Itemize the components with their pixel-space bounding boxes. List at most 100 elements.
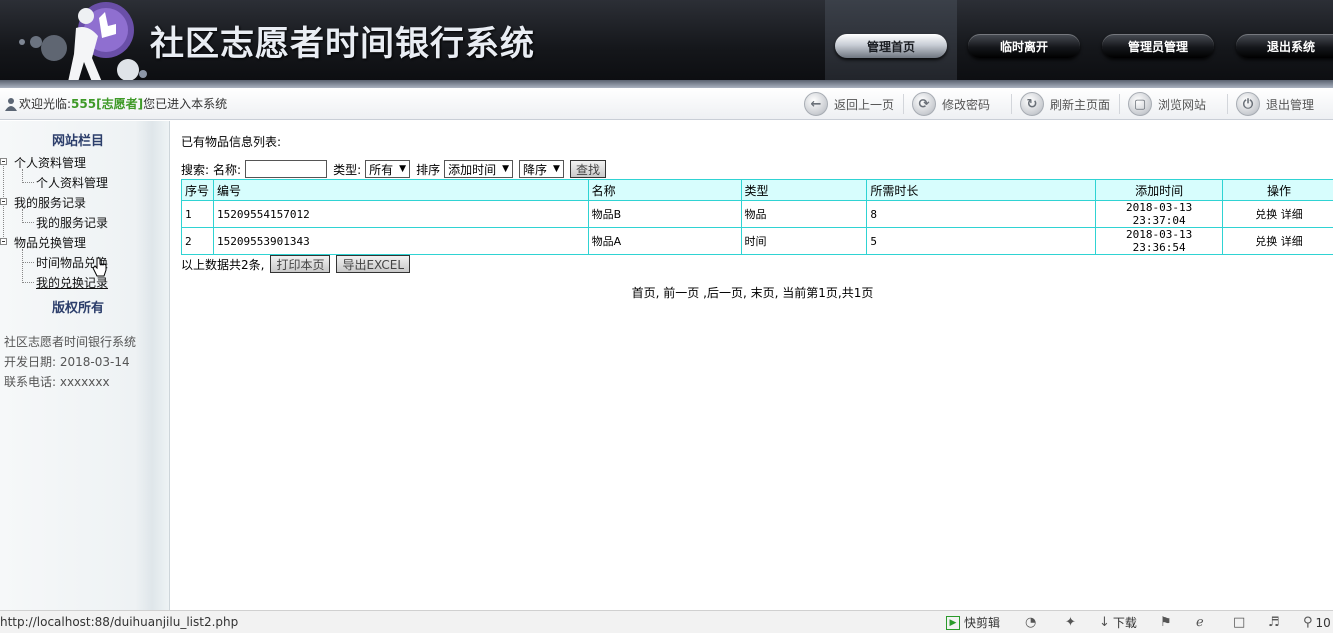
main-content: 已有物品信息列表: 搜索: 名称: 类型: 所有 ▼ 排序 添加时间 ▼ 降序 … [172, 121, 1333, 610]
refresh-icon: ↻ [1020, 92, 1044, 116]
clock-icon: ◔ [1025, 615, 1037, 630]
record-count: 以上数据共2条, [181, 257, 265, 272]
name-search-input[interactable] [245, 160, 328, 178]
exit-admin-button[interactable]: ⏻ 退出管理 [1236, 92, 1314, 116]
download-icon: ↓ [1099, 615, 1110, 630]
toolbar: 欢迎光临: 555[志愿者] 您已进入本系统 ← 返回上一页 ⟳ 修改密码 ↻ … [0, 88, 1333, 120]
download-button[interactable]: ↓ 下载 [1099, 614, 1137, 631]
sort-field-select[interactable]: 添加时间 ▼ [444, 160, 514, 178]
cell-type: 物品 [740, 200, 868, 228]
sidebar-title: 网站栏目 [51, 134, 104, 149]
status-icon-button[interactable]: ♬ [1268, 614, 1283, 631]
exchange-link[interactable]: 兑换 [1255, 235, 1277, 248]
col-header-code: 编号 [212, 179, 589, 201]
back-button[interactable]: ← 返回上一页 [804, 92, 894, 116]
pager-first[interactable]: 首页, [632, 286, 660, 300]
col-header-index: 序号 [181, 179, 214, 201]
play-icon: ▶ [946, 615, 960, 630]
app-title: 社区志愿者时间银行系统 [150, 24, 535, 64]
cell-actions: 兑换 详细 [1222, 200, 1333, 228]
search-prefix: 搜索: [181, 162, 210, 177]
cell-time: 2018-03-13 23:36:54 [1095, 227, 1224, 255]
status-icon-button[interactable]: ℯ [1196, 614, 1207, 631]
pager-next[interactable]: ,后一页, [703, 286, 747, 300]
pager-current: 当前第1页,共1页 [782, 286, 874, 300]
sidebar: 网站栏目 个人资料管理 个人资料管理 我的服务记录 我的服务记录 物品兑换管理 … [0, 121, 170, 610]
sidebar-dev-date: 开发日期: 2018-03-14 [4, 355, 130, 369]
pager-prev[interactable]: 前一页 [663, 286, 699, 300]
status-url: http://localhost:88/duihuanjilu_list2.ph… [0, 615, 239, 629]
items-table: 序号 编号 名称 类型 所需时长 添加时间 操作 1 1520955415701… [181, 179, 1333, 255]
browse-site-label: 浏览网站 [1158, 97, 1207, 112]
nav-leave-button[interactable]: 临时离开 [968, 34, 1080, 58]
pin-icon: ✦ [1065, 615, 1076, 630]
table-row: 1 15209554157012 物品B 物品 8 2018-03-13 23:… [181, 200, 1333, 228]
collapse-icon[interactable] [0, 158, 7, 165]
welcome-prefix: 欢迎光临: [19, 97, 72, 111]
search-button[interactable]: 查找 [569, 160, 606, 178]
change-password-label: 修改密码 [942, 97, 991, 112]
type-label: 类型: [333, 162, 362, 177]
cell-index: 1 [181, 200, 214, 228]
exit-admin-label: 退出管理 [1266, 97, 1315, 112]
browse-icon: ▢ [1128, 92, 1152, 116]
sort-order-value: 降序 [523, 162, 548, 177]
volunteer-logo-icon [19, 2, 147, 82]
download-label: 下载 [1112, 616, 1137, 630]
table-header-row: 序号 编号 名称 类型 所需时长 添加时间 操作 [181, 179, 1333, 201]
list-title: 已有物品信息列表: [181, 135, 282, 149]
sort-label: 排序 [416, 162, 441, 177]
sidebar-item-service-records[interactable]: 我的服务记录 [36, 214, 108, 231]
ie-icon: ℯ [1196, 615, 1204, 630]
type-select[interactable]: 所有 ▼ [365, 160, 411, 178]
detail-link[interactable]: 详细 [1281, 235, 1303, 248]
col-header-actions: 操作 [1222, 179, 1333, 201]
copyright-title: 版权所有 [51, 301, 104, 316]
sidebar-group-exchange[interactable]: 物品兑换管理 [14, 234, 86, 251]
sidebar-phone: 联系电话: xxxxxxx [4, 375, 110, 389]
quick-edit-label: 快剪辑 [964, 616, 1001, 630]
status-icon-button[interactable]: ✦ [1065, 614, 1079, 631]
toolbar-divider [1119, 94, 1120, 114]
username: 555[志愿者] [71, 97, 144, 111]
dropdown-arrow-icon: ▼ [399, 164, 407, 174]
cell-name: 物品A [587, 227, 742, 255]
nav-home-button[interactable]: 管理首页 [835, 34, 947, 58]
collapse-icon[interactable] [0, 238, 7, 245]
zoom-button[interactable]: ⚲ 10 [1303, 614, 1331, 631]
pager-last[interactable]: 末页, [751, 286, 779, 300]
browse-site-button[interactable]: ▢ 浏览网站 [1128, 92, 1206, 116]
nav-admin-manage-button[interactable]: 管理员管理 [1102, 34, 1214, 58]
collapse-icon[interactable] [0, 198, 7, 205]
table-row: 2 15209553901343 物品A 时间 5 2018-03-13 23:… [181, 227, 1333, 255]
dropdown-arrow-icon: ▼ [553, 164, 560, 174]
tree-line [22, 262, 34, 263]
export-excel-button[interactable]: 导出EXCEL [336, 255, 411, 273]
cell-time: 2018-03-13 23:37:04 [1095, 200, 1224, 228]
quick-edit-button[interactable]: ▶ 快剪辑 [946, 614, 1000, 631]
status-icon-button[interactable]: ◔ [1025, 614, 1039, 631]
header-banner: 社区志愿者时间银行系统 管理首页 临时离开 管理员管理 退出系统 [0, 0, 1333, 88]
tree-line [22, 222, 34, 223]
detail-link[interactable]: 详细 [1281, 208, 1303, 221]
welcome-message: 欢迎光临: 555[志愿者] 您已进入本系统 [4, 95, 227, 112]
back-label: 返回上一页 [834, 97, 895, 112]
status-icon-button[interactable]: ⚑ [1160, 614, 1175, 631]
zoom-icon: ⚲ [1303, 615, 1313, 630]
status-icon-button[interactable]: □ [1233, 614, 1248, 631]
browser-status-bar: http://localhost:88/duihuanjilu_list2.ph… [0, 610, 1333, 633]
name-label: 名称: [213, 162, 242, 177]
sidebar-group-profile[interactable]: 个人资料管理 [14, 154, 86, 171]
nav-logout-button[interactable]: 退出系统 [1236, 34, 1333, 58]
col-header-name: 名称 [587, 179, 742, 201]
change-password-button[interactable]: ⟳ 修改密码 [912, 92, 990, 116]
exchange-link[interactable]: 兑换 [1255, 208, 1277, 221]
mouse-cursor-icon [92, 257, 107, 277]
zoom-level: 10 [1315, 615, 1331, 630]
sidebar-group-service[interactable]: 我的服务记录 [14, 194, 86, 211]
refresh-button[interactable]: ↻ 刷新主页面 [1020, 92, 1110, 116]
dropdown-arrow-icon: ▼ [502, 164, 510, 174]
sidebar-item-profile[interactable]: 个人资料管理 [36, 174, 108, 191]
sort-order-select[interactable]: 降序 ▼ [519, 160, 564, 178]
print-page-button[interactable]: 打印本页 [270, 255, 331, 273]
